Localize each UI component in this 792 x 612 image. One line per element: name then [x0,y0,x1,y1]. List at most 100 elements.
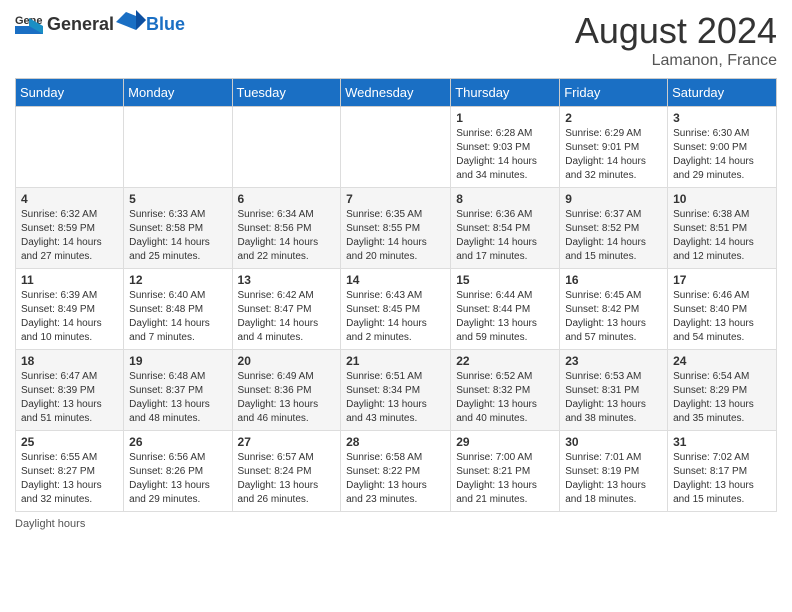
day-info: Sunrise: 6:38 AMSunset: 8:51 PMDaylight:… [673,208,771,264]
calendar-cell: 20Sunrise: 6:49 AMSunset: 8:36 PMDayligh… [232,350,341,431]
day-number: 27 [238,435,336,449]
day-info: Sunrise: 6:49 AMSunset: 8:36 PMDaylight:… [238,370,336,426]
calendar-cell: 19Sunrise: 6:48 AMSunset: 8:37 PMDayligh… [124,350,232,431]
logo-general: General [47,14,114,35]
calendar-cell: 9Sunrise: 6:37 AMSunset: 8:52 PMDaylight… [560,188,668,269]
day-number: 16 [565,273,662,287]
calendar-cell: 3 Sunrise: 6:30 AMSunset: 9:00 PMDaylight… [668,107,777,188]
calendar-cell: 26 Sunrise: 6:56 AMSunset: 8:26 PMDayligh… [124,431,232,512]
calendar-cell [16,107,124,188]
logo-blue: Blue [146,14,185,35]
day-number: 23 [565,354,662,368]
day-number: 17 [673,273,771,287]
week-row-5: 25 Sunrise: 6:55 AMSunset: 8:27 PMDayligh… [16,431,777,512]
day-number: 12 [129,273,226,287]
calendar-cell [124,107,232,188]
day-number: 15 [456,273,554,287]
calendar-table: SundayMondayTuesdayWednesdayThursdayFrid… [15,78,777,512]
calendar-cell: 25 Sunrise: 6:55 AMSunset: 8:27 PMDayligh… [16,431,124,512]
day-info: Sunrise: 6:37 AMSunset: 8:52 PMDaylight:… [565,208,662,264]
calendar-cell: 7 Sunrise: 6:35 AMSunset: 8:55 PMDaylight… [341,188,451,269]
calendar-cell: 5 Sunrise: 6:33 AMSunset: 8:58 PMDaylight… [124,188,232,269]
week-row-3: 11 Sunrise: 6:39 AMSunset: 8:49 PMDayligh… [16,269,777,350]
calendar-cell: 15Sunrise: 6:44 AMSunset: 8:44 PMDayligh… [451,269,560,350]
calendar-cell: 18Sunrise: 6:47 AMSunset: 8:39 PMDayligh… [16,350,124,431]
header: General General Blue August 2024 Lamanon… [15,10,777,70]
title-area: August 2024 Lamanon, France [575,10,777,70]
day-info: Sunrise: 7:01 AMSunset: 8:19 PMDaylight:… [565,451,662,507]
day-info: Sunrise: 6:55 AMSunset: 8:27 PMDaylight:… [21,451,118,507]
day-number: 11 [21,273,118,287]
day-number: 30 [565,435,662,449]
day-info: Sunrise: 6:46 AMSunset: 8:40 PMDaylight:… [673,289,771,345]
calendar-cell: 16 Sunrise: 6:45 AMSunset: 8:42 PMDayligh… [560,269,668,350]
day-info: Sunrise: 6:32 AMSunset: 8:59 PMDaylight:… [21,208,118,264]
calendar-cell: 23 Sunrise: 6:53 AMSunset: 8:31 PMDayligh… [560,350,668,431]
day-info: Sunrise: 6:30 AMSunset: 9:00 PMDaylight:… [673,127,771,183]
day-info: Sunrise: 6:40 AMSunset: 8:48 PMDaylight:… [129,289,226,345]
day-info: Sunrise: 6:39 AMSunset: 8:49 PMDaylight:… [21,289,118,345]
calendar-cell: 28 Sunrise: 6:58 AMSunset: 8:22 PMDayligh… [341,431,451,512]
col-header-saturday: Saturday [668,79,777,107]
calendar-cell: 24 Sunrise: 6:54 AMSunset: 8:29 PMDayligh… [668,350,777,431]
day-number: 25 [21,435,118,449]
calendar-cell: 30 Sunrise: 7:01 AMSunset: 8:19 PMDayligh… [560,431,668,512]
day-info: Sunrise: 6:45 AMSunset: 8:42 PMDaylight:… [565,289,662,345]
logo: General General Blue [15,10,185,35]
calendar-cell: 22 Sunrise: 6:52 AMSunset: 8:32 PMDayligh… [451,350,560,431]
day-number: 22 [456,354,554,368]
calendar-cell: 21 Sunrise: 6:51 AMSunset: 8:34 PMDayligh… [341,350,451,431]
day-info: Sunrise: 6:51 AMSunset: 8:34 PMDaylight:… [346,370,445,426]
day-number: 13 [238,273,336,287]
day-number: 6 [238,192,336,206]
day-number: 21 [346,354,445,368]
day-number: 10 [673,192,771,206]
day-number: 3 [673,111,771,125]
col-header-monday: Monday [124,79,232,107]
day-number: 7 [346,192,445,206]
week-row-1: 1Sunrise: 6:28 AMSunset: 9:03 PMDaylight… [16,107,777,188]
col-header-friday: Friday [560,79,668,107]
calendar-cell: 31Sunrise: 7:02 AMSunset: 8:17 PMDayligh… [668,431,777,512]
day-info: Sunrise: 6:43 AMSunset: 8:45 PMDaylight:… [346,289,445,345]
day-info: Sunrise: 6:35 AMSunset: 8:55 PMDaylight:… [346,208,445,264]
days-header-row: SundayMondayTuesdayWednesdayThursdayFrid… [16,79,777,107]
day-number: 28 [346,435,445,449]
day-info: Sunrise: 6:58 AMSunset: 8:22 PMDaylight:… [346,451,445,507]
day-number: 26 [129,435,226,449]
day-number: 4 [21,192,118,206]
day-info: Sunrise: 6:29 AMSunset: 9:01 PMDaylight:… [565,127,662,183]
day-info: Sunrise: 6:33 AMSunset: 8:58 PMDaylight:… [129,208,226,264]
daylight-hours-label: Daylight hours [15,518,85,530]
calendar-cell: 2Sunrise: 6:29 AMSunset: 9:01 PMDaylight… [560,107,668,188]
location-subtitle: Lamanon, France [575,52,777,70]
calendar-cell: 1Sunrise: 6:28 AMSunset: 9:03 PMDaylight… [451,107,560,188]
calendar-cell: 8 Sunrise: 6:36 AMSunset: 8:54 PMDaylight… [451,188,560,269]
calendar-cell: 13 Sunrise: 6:42 AMSunset: 8:47 PMDayligh… [232,269,341,350]
day-number: 19 [129,354,226,368]
day-info: Sunrise: 6:52 AMSunset: 8:32 PMDaylight:… [456,370,554,426]
calendar-cell: 29Sunrise: 7:00 AMSunset: 8:21 PMDayligh… [451,431,560,512]
day-info: Sunrise: 6:54 AMSunset: 8:29 PMDaylight:… [673,370,771,426]
day-info: Sunrise: 6:53 AMSunset: 8:31 PMDaylight:… [565,370,662,426]
calendar-cell: 10 Sunrise: 6:38 AMSunset: 8:51 PMDayligh… [668,188,777,269]
day-number: 29 [456,435,554,449]
footer: Daylight hours [15,518,777,530]
calendar-cell: 4 Sunrise: 6:32 AMSunset: 8:59 PMDaylight… [16,188,124,269]
day-info: Sunrise: 6:36 AMSunset: 8:54 PMDaylight:… [456,208,554,264]
day-number: 1 [456,111,554,125]
calendar-cell: 14Sunrise: 6:43 AMSunset: 8:45 PMDayligh… [341,269,451,350]
day-info: Sunrise: 6:57 AMSunset: 8:24 PMDaylight:… [238,451,336,507]
day-number: 31 [673,435,771,449]
col-header-tuesday: Tuesday [232,79,341,107]
calendar-cell [232,107,341,188]
calendar-cell: 17 Sunrise: 6:46 AMSunset: 8:40 PMDayligh… [668,269,777,350]
col-header-sunday: Sunday [16,79,124,107]
day-number: 8 [456,192,554,206]
day-number: 5 [129,192,226,206]
day-info: Sunrise: 6:42 AMSunset: 8:47 PMDaylight:… [238,289,336,345]
day-info: Sunrise: 6:56 AMSunset: 8:26 PMDaylight:… [129,451,226,507]
day-number: 24 [673,354,771,368]
day-number: 18 [21,354,118,368]
calendar-cell: 11 Sunrise: 6:39 AMSunset: 8:49 PMDayligh… [16,269,124,350]
